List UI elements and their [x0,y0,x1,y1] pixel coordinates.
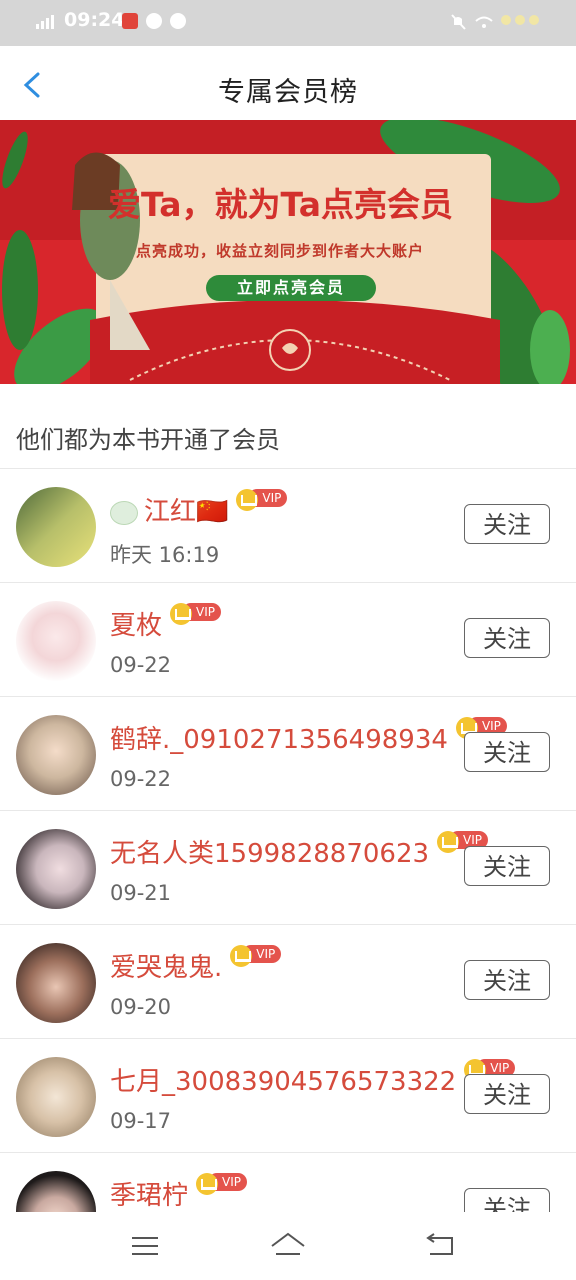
follow-button[interactable]: 关注 [464,618,550,658]
status-right-icons [451,14,539,30]
crown-icon [196,1173,219,1195]
member-row[interactable]: 鹤辞._0910271356498934 VIP 09-22 关注 [0,697,576,810]
avatar[interactable] [16,601,96,681]
member-name[interactable]: 七月_30083904576573322 VIP [110,1059,516,1098]
banner-subtitle: 点亮成功，收益立刻同步到作者大大账户 [136,242,425,260]
avatar[interactable] [16,829,96,909]
member-row[interactable]: 爱哭鬼鬼. VIP 09-20 关注 [0,925,576,1038]
member-date: 09-17 [110,1109,172,1133]
page-title: 专属会员榜 [218,77,358,108]
avatar[interactable] [16,715,96,795]
member-date: 昨天 16:19 [110,543,220,567]
member-row[interactable]: 七月_30083904576573322 VIP 09-17 关注 [0,1039,576,1152]
crown-icon [437,831,460,853]
promo-banner[interactable]: 爱Ta，就为Ta点亮会员 点亮成功，收益立刻同步到作者大大账户 立即点亮会员 [0,120,576,384]
leaf-icon [110,500,138,525]
section-title: 他们都为本书开通了会员 [16,426,280,454]
member-name[interactable]: 鹤辞._0910271356498934 VIP [110,717,507,756]
battery-flowers-icon [501,15,539,25]
follow-button[interactable]: 关注 [464,846,550,886]
status-bar: 09:24 [0,0,576,46]
signal-icon [36,15,54,29]
member-row[interactable]: 江红🇨🇳 VIP 昨天 16:19 关注 [0,469,576,582]
wifi-icon [475,16,493,28]
menu-icon[interactable] [130,1234,160,1258]
avatar[interactable] [16,943,96,1023]
back-icon[interactable] [422,1232,456,1258]
member-date: 09-22 [110,767,172,791]
banner-title: 爱Ta，就为Ta点亮会员 [108,185,454,224]
vip-badge: VIP [170,603,221,625]
follow-button[interactable]: 关注 [464,504,550,544]
vip-badge: VIP [196,1173,247,1195]
light-up-member-button[interactable]: 立即点亮会员 [206,275,376,301]
wechat-icon [170,13,186,29]
avatar[interactable] [16,487,96,567]
member-name[interactable]: 季珺柠 VIP [110,1173,247,1212]
status-time: 09:24 [64,9,125,31]
follow-button[interactable]: 关注 [464,1074,550,1114]
mute-icon [451,14,466,30]
crown-icon [170,603,193,625]
avatar[interactable] [16,1057,96,1137]
nav-bar: 专属会员榜 [0,46,576,120]
follow-button[interactable]: 关注 [464,1188,550,1212]
follow-button[interactable]: 关注 [464,732,550,772]
vip-badge: VIP [230,945,282,967]
member-name[interactable]: 无名人类1599828870623 VIP [110,831,489,870]
home-icon[interactable] [268,1230,308,1260]
crown-icon [230,945,253,967]
member-date: 09-22 [110,653,172,677]
member-name[interactable]: 夏枚 VIP [110,603,221,642]
member-name[interactable]: 爱哭鬼鬼. VIP [110,945,282,984]
member-date: 09-20 [110,995,172,1019]
follow-button[interactable]: 关注 [464,960,550,1000]
member-row[interactable]: 季珺柠 VIP 关注 [0,1153,576,1212]
member-row[interactable]: 夏枚 VIP 09-22 关注 [0,583,576,696]
avatar[interactable] [16,1171,96,1212]
app-notification-icon [122,13,138,29]
member-name[interactable]: 江红🇨🇳 VIP [110,489,288,528]
member-row[interactable]: 无名人类1599828870623 VIP 09-21 关注 [0,811,576,924]
vip-badge: VIP [236,489,288,511]
system-nav-bar [0,1212,576,1280]
crown-icon [236,489,259,511]
member-date: 09-21 [110,881,172,905]
qq-icon [146,13,162,29]
